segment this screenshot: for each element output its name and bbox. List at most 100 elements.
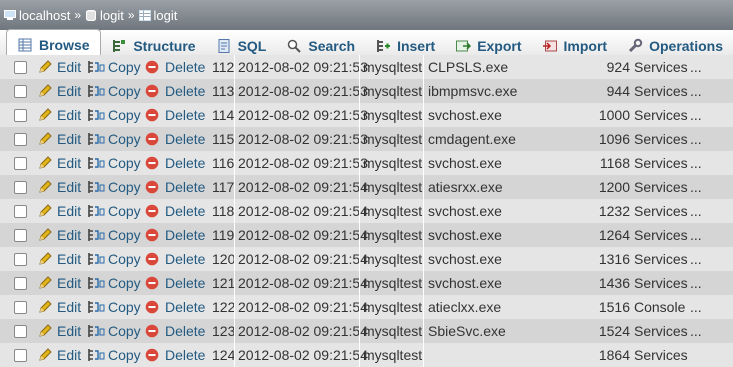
delete-icon[interactable] bbox=[145, 300, 159, 317]
pencil-icon[interactable] bbox=[37, 59, 53, 78]
row-checkbox[interactable] bbox=[14, 301, 27, 314]
pencil-icon[interactable] bbox=[37, 227, 53, 246]
delete-link[interactable]: Delete bbox=[165, 79, 205, 103]
row-checkbox[interactable] bbox=[14, 349, 27, 362]
delete-link[interactable]: Delete bbox=[165, 127, 205, 151]
delete-icon[interactable] bbox=[145, 156, 159, 173]
delete-icon[interactable] bbox=[145, 84, 159, 101]
delete-link[interactable]: Delete bbox=[165, 247, 205, 271]
edit-link[interactable]: Edit bbox=[57, 247, 81, 271]
copy-icon[interactable] bbox=[87, 299, 105, 318]
delete-link[interactable]: Delete bbox=[165, 343, 205, 367]
delete-link[interactable]: Delete bbox=[165, 55, 205, 79]
copy-icon[interactable] bbox=[87, 227, 105, 246]
copy-link[interactable]: Copy bbox=[108, 223, 141, 247]
delete-link[interactable]: Delete bbox=[165, 151, 205, 175]
pencil-icon[interactable] bbox=[37, 203, 53, 222]
delete-link[interactable]: Delete bbox=[165, 103, 205, 127]
pencil-icon[interactable] bbox=[37, 275, 53, 294]
breadcrumb-table[interactable]: logit bbox=[138, 8, 178, 23]
edit-link[interactable]: Edit bbox=[57, 103, 81, 127]
delete-icon[interactable] bbox=[145, 108, 159, 125]
delete-icon[interactable] bbox=[145, 132, 159, 149]
breadcrumb-database-label[interactable]: logit bbox=[100, 8, 124, 23]
row-checkbox[interactable] bbox=[14, 325, 27, 338]
copy-link[interactable]: Copy bbox=[108, 247, 141, 271]
copy-icon[interactable] bbox=[87, 203, 105, 222]
edit-link[interactable]: Edit bbox=[57, 343, 81, 367]
edit-link[interactable]: Edit bbox=[57, 271, 81, 295]
copy-link[interactable]: Copy bbox=[108, 151, 141, 175]
copy-icon[interactable] bbox=[87, 323, 105, 342]
copy-icon[interactable] bbox=[87, 155, 105, 174]
row-checkbox[interactable] bbox=[14, 133, 27, 146]
breadcrumb-server[interactable]: localhost bbox=[4, 8, 70, 23]
edit-link[interactable]: Edit bbox=[57, 175, 81, 199]
delete-link[interactable]: Delete bbox=[165, 175, 205, 199]
edit-link[interactable]: Edit bbox=[57, 79, 81, 103]
breadcrumb-server-label[interactable]: localhost bbox=[19, 8, 70, 23]
delete-icon[interactable] bbox=[145, 276, 159, 293]
row-checkbox[interactable] bbox=[14, 205, 27, 218]
delete-link[interactable]: Delete bbox=[165, 319, 205, 343]
row-checkbox[interactable] bbox=[14, 85, 27, 98]
copy-icon[interactable] bbox=[87, 347, 105, 366]
copy-icon[interactable] bbox=[87, 251, 105, 270]
copy-icon[interactable] bbox=[87, 59, 105, 78]
copy-link[interactable]: Copy bbox=[108, 199, 141, 223]
delete-link[interactable]: Delete bbox=[165, 199, 205, 223]
delete-icon[interactable] bbox=[145, 348, 159, 365]
pencil-icon[interactable] bbox=[37, 155, 53, 174]
breadcrumb-table-label[interactable]: logit bbox=[154, 8, 178, 23]
edit-link[interactable]: Edit bbox=[57, 55, 81, 79]
copy-link[interactable]: Copy bbox=[108, 103, 141, 127]
pencil-icon[interactable] bbox=[37, 323, 53, 342]
delete-icon[interactable] bbox=[145, 60, 159, 77]
delete-link[interactable]: Delete bbox=[165, 295, 205, 319]
row-checkbox[interactable] bbox=[14, 181, 27, 194]
pencil-icon[interactable] bbox=[37, 83, 53, 102]
row-checkbox[interactable] bbox=[14, 61, 27, 74]
row-checkbox[interactable] bbox=[14, 253, 27, 266]
delete-icon[interactable] bbox=[145, 228, 159, 245]
delete-icon[interactable] bbox=[145, 204, 159, 221]
edit-link[interactable]: Edit bbox=[57, 151, 81, 175]
pencil-icon[interactable] bbox=[37, 299, 53, 318]
copy-link[interactable]: Copy bbox=[108, 175, 141, 199]
edit-link[interactable]: Edit bbox=[57, 199, 81, 223]
column-divider bbox=[359, 223, 360, 247]
breadcrumb-database[interactable]: logit bbox=[85, 8, 124, 23]
pencil-icon[interactable] bbox=[37, 251, 53, 270]
row-checkbox[interactable] bbox=[14, 229, 27, 242]
copy-link[interactable]: Copy bbox=[108, 295, 141, 319]
row-checkbox[interactable] bbox=[14, 157, 27, 170]
edit-link[interactable]: Edit bbox=[57, 319, 81, 343]
delete-icon[interactable] bbox=[145, 324, 159, 341]
delete-icon[interactable] bbox=[145, 252, 159, 269]
copy-link[interactable]: Copy bbox=[108, 271, 141, 295]
copy-link[interactable]: Copy bbox=[108, 319, 141, 343]
cell-session-type: Console bbox=[634, 299, 686, 315]
copy-icon[interactable] bbox=[87, 131, 105, 150]
copy-icon[interactable] bbox=[87, 275, 105, 294]
edit-link[interactable]: Edit bbox=[57, 295, 81, 319]
delete-link[interactable]: Delete bbox=[165, 223, 205, 247]
delete-link[interactable]: Delete bbox=[165, 271, 205, 295]
pencil-icon[interactable] bbox=[37, 131, 53, 150]
edit-link[interactable]: Edit bbox=[57, 127, 81, 151]
row-checkbox[interactable] bbox=[14, 109, 27, 122]
copy-link[interactable]: Copy bbox=[108, 127, 141, 151]
copy-icon[interactable] bbox=[87, 107, 105, 126]
copy-link[interactable]: Copy bbox=[108, 55, 141, 79]
copy-link[interactable]: Copy bbox=[108, 79, 141, 103]
pencil-icon[interactable] bbox=[37, 179, 53, 198]
delete-icon[interactable] bbox=[145, 180, 159, 197]
row-checkbox[interactable] bbox=[14, 277, 27, 290]
edit-link[interactable]: Edit bbox=[57, 223, 81, 247]
column-divider bbox=[423, 343, 424, 367]
pencil-icon[interactable] bbox=[37, 347, 53, 366]
copy-icon[interactable] bbox=[87, 83, 105, 102]
copy-link[interactable]: Copy bbox=[108, 343, 141, 367]
copy-icon[interactable] bbox=[87, 179, 105, 198]
pencil-icon[interactable] bbox=[37, 107, 53, 126]
